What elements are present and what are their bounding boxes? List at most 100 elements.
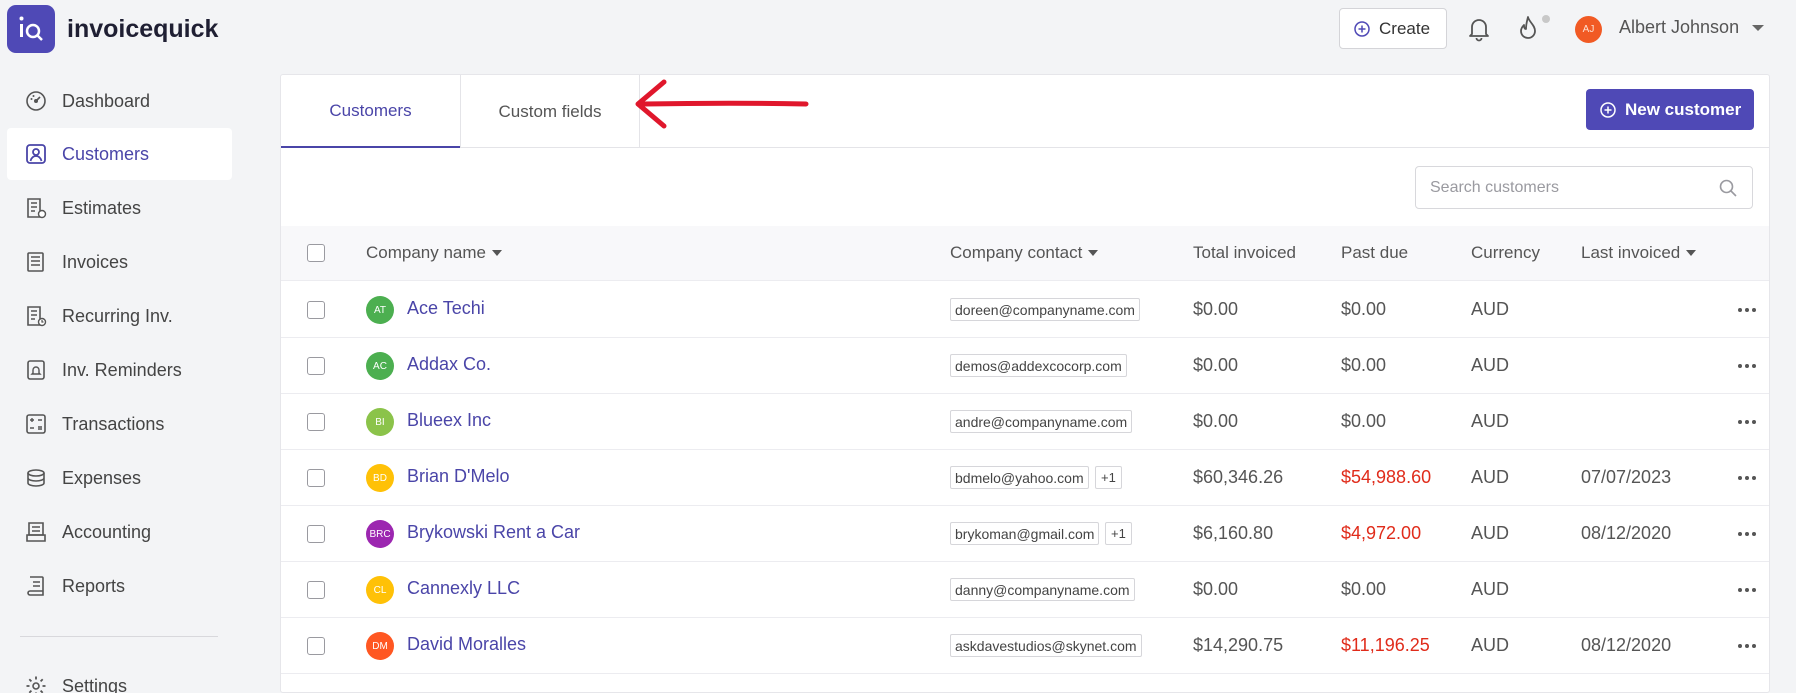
tab-customers[interactable]: Customers — [281, 75, 460, 148]
search-icon[interactable] — [1718, 178, 1738, 198]
select-all-checkbox[interactable] — [307, 244, 325, 262]
column-label: Last invoiced — [1581, 243, 1681, 262]
table-row[interactable]: BRC Brykowski Rent a Car brykoman@gmail.co… — [281, 506, 1769, 562]
table-header: Company name Company contact Total invoi… — [281, 226, 1769, 281]
annotation-arrow — [635, 79, 809, 129]
customers-card: Customers Custom fields New customer Com… — [280, 74, 1770, 693]
extra-contacts-badge[interactable]: +1 — [1105, 522, 1132, 545]
sidebar-item-recurring-inv[interactable]: Recurring Inv. — [7, 290, 232, 342]
company-name-link[interactable]: Brykowski Rent a Car — [407, 522, 580, 543]
company-avatar: DM — [366, 632, 394, 660]
sidebar-item-label: Expenses — [62, 467, 142, 488]
estimates-icon — [27, 198, 47, 219]
company-name-link[interactable]: Addax Co. — [407, 354, 491, 375]
contact-email[interactable]: doreen@companyname.com — [950, 298, 1140, 321]
column-label: Currency — [1471, 243, 1540, 262]
last-invoiced-value: 08/12/2020 — [1581, 523, 1672, 543]
table-row[interactable]: BI Blueex Inc andre@companyname.com $0.00 $0… — [281, 394, 1769, 450]
contact-email[interactable]: demos@addexcocorp.com — [950, 354, 1127, 377]
reminders-icon — [27, 360, 45, 380]
row-checkbox[interactable] — [307, 413, 325, 431]
accounting-icon — [26, 522, 46, 542]
sidebar-item-label: Invoices — [62, 251, 129, 272]
search-input[interactable] — [1430, 178, 1710, 197]
total-invoiced-value: $0.00 — [1193, 411, 1239, 431]
row-actions-icon[interactable] — [1738, 532, 1756, 536]
sidebar-item-dashboard[interactable]: Dashboard — [7, 75, 232, 127]
table-row[interactable]: BD Brian D'Melo bdmelo@yahoo.com +1 $60,346.… — [281, 450, 1769, 506]
contact-email[interactable]: andre@companyname.com — [950, 410, 1133, 433]
sidebar-item-transactions[interactable]: Transactions — [7, 398, 232, 450]
sidebar-item-label: Transactions — [62, 413, 165, 434]
row-checkbox[interactable] — [307, 357, 325, 375]
sidebar-item-accounting[interactable]: Accounting — [7, 506, 232, 558]
chevron-down-icon[interactable] — [1752, 25, 1764, 31]
row-checkbox[interactable] — [307, 581, 325, 599]
row-actions-icon[interactable] — [1738, 308, 1756, 312]
table-row[interactable]: CL Cannexly LLC danny@companyname.com $0.00… — [281, 562, 1769, 618]
dashboard-icon — [26, 91, 46, 111]
sidebar-item-label: Settings — [62, 675, 128, 693]
user-avatar[interactable]: AJ — [1575, 16, 1602, 43]
sort-caret-icon — [1686, 250, 1697, 256]
table-row[interactable]: AC Addax Co. demos@addexcocorp.com $0.00 $0.… — [281, 338, 1769, 394]
total-invoiced-value: $14,290.75 — [1193, 635, 1284, 655]
row-actions-icon[interactable] — [1738, 420, 1756, 424]
row-actions-icon[interactable] — [1738, 644, 1756, 648]
settings-icon — [26, 676, 46, 693]
contact-email[interactable]: danny@companyname.com — [950, 578, 1135, 601]
column-total-invoiced: Total invoiced — [1193, 243, 1296, 263]
company-name-link[interactable]: David Moralles — [407, 634, 526, 655]
sidebar-item-expenses[interactable]: Expenses — [7, 452, 232, 504]
company-avatar: BD — [366, 464, 394, 492]
row-actions-icon[interactable] — [1738, 476, 1756, 480]
past-due-value: $0.00 — [1341, 299, 1387, 319]
table-row[interactable]: DM David Moralles askdavestudios@skynet.co… — [281, 618, 1769, 674]
contact-email[interactable]: brykoman@gmail.com — [950, 522, 1100, 545]
new-customer-button[interactable]: New customer — [1586, 89, 1754, 130]
currency-value: AUD — [1471, 355, 1510, 375]
sidebar: Dashboard Customers Estimates Invoices R… — [0, 0, 240, 693]
contact-email[interactable]: bdmelo@yahoo.com — [950, 466, 1089, 489]
fire-icon[interactable] — [1516, 14, 1540, 42]
bell-icon[interactable] — [1467, 16, 1491, 42]
create-button[interactable]: Create — [1339, 8, 1447, 49]
column-past-due: Past due — [1341, 243, 1408, 263]
contact-email[interactable]: askdavestudios@skynet.com — [950, 634, 1142, 657]
column-company-contact[interactable]: Company contact — [950, 243, 1099, 263]
column-label: Past due — [1341, 243, 1409, 262]
column-currency: Currency — [1471, 243, 1540, 263]
row-checkbox[interactable] — [307, 469, 325, 487]
sidebar-item-estimates[interactable]: Estimates — [7, 182, 232, 234]
company-name-link[interactable]: Blueex Inc — [407, 410, 491, 431]
sidebar-item-invoices[interactable]: Invoices — [7, 236, 232, 288]
past-due-value: $0.00 — [1341, 579, 1387, 599]
column-company-name[interactable]: Company name — [366, 243, 503, 263]
sidebar-item-reports[interactable]: Reports — [7, 560, 232, 612]
row-checkbox[interactable] — [307, 525, 325, 543]
total-invoiced-value: $0.00 — [1193, 355, 1239, 375]
sidebar-item-label: Reports — [62, 575, 126, 596]
last-invoiced-value: 08/12/2020 — [1581, 635, 1672, 655]
row-checkbox[interactable] — [307, 637, 325, 655]
sidebar-item-settings[interactable]: Settings — [7, 660, 232, 693]
reports-icon — [27, 576, 44, 596]
company-name-link[interactable]: Cannexly LLC — [407, 578, 520, 599]
extra-contacts-badge[interactable]: +1 — [1095, 466, 1122, 489]
column-last-invoiced[interactable]: Last invoiced — [1581, 243, 1697, 263]
new-customer-label: New customer — [1625, 99, 1742, 119]
total-invoiced-value: $0.00 — [1193, 299, 1239, 319]
row-actions-icon[interactable] — [1738, 364, 1756, 368]
table-row[interactable]: AT Ace Techi doreen@companyname.com $0.00 $0… — [281, 282, 1769, 338]
company-name-link[interactable]: Brian D'Melo — [407, 466, 509, 487]
currency-value: AUD — [1471, 579, 1510, 599]
sidebar-item-inv-reminders[interactable]: Inv. Reminders — [7, 344, 232, 396]
sort-caret-icon — [492, 250, 503, 256]
row-checkbox[interactable] — [307, 301, 325, 319]
row-actions-icon[interactable] — [1738, 588, 1756, 592]
company-name-link[interactable]: Ace Techi — [407, 298, 485, 319]
sidebar-item-customers[interactable]: Customers — [7, 128, 232, 180]
past-due-value: $0.00 — [1341, 355, 1387, 375]
user-name[interactable]: Albert Johnson — [1619, 17, 1739, 38]
tab-custom-fields[interactable]: Custom fields — [461, 75, 639, 148]
